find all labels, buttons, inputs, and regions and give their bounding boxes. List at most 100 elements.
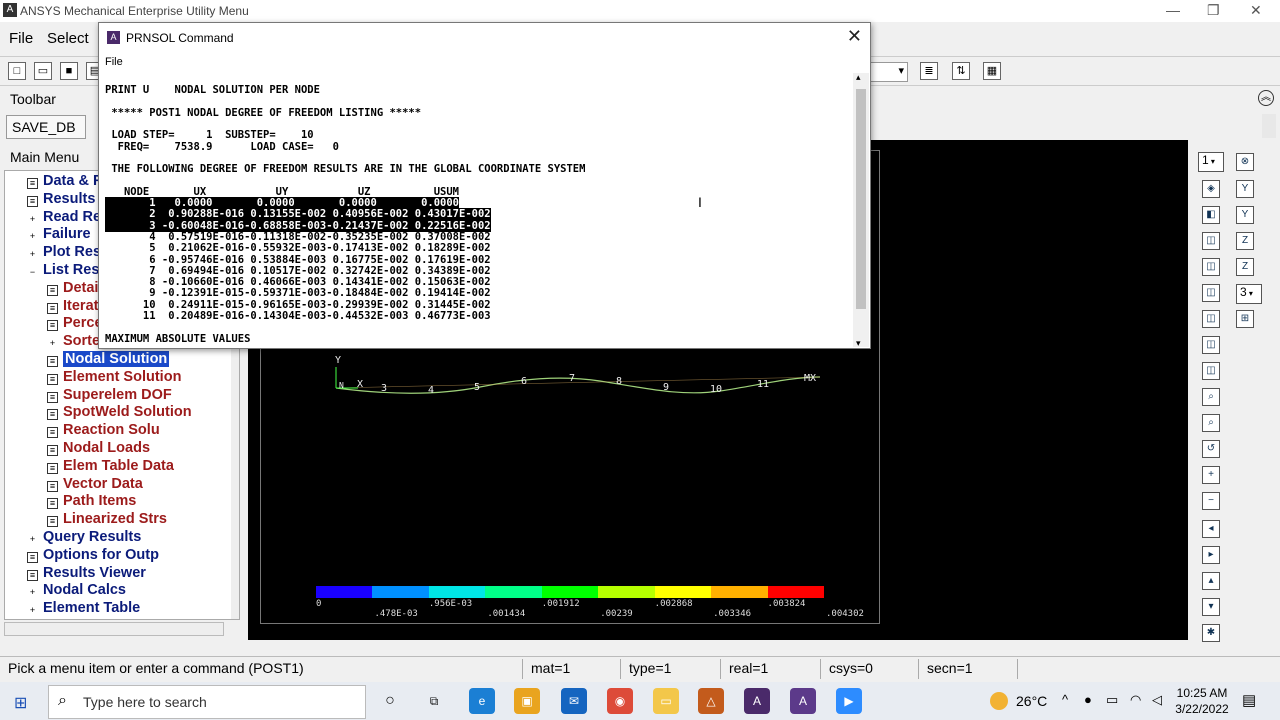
rotate-z-neg-icon[interactable]: Z [1236,258,1254,276]
listing-text[interactable]: PRINT U NODAL SOLUTION PER NODE ***** PO… [105,73,853,347]
sort-icon[interactable]: ⇅ [952,62,970,80]
microphone-icon[interactable]: ● [1084,692,1092,707]
chrome-icon[interactable]: ◉ [607,688,633,714]
tree-item[interactable]: ≡ Results [27,191,95,207]
fit-icon[interactable]: ⊗ [1236,153,1254,171]
store-icon[interactable]: ▣ [514,688,540,714]
notifications-icon[interactable]: ▤ [1242,691,1256,709]
matlab-icon[interactable]: △ [698,688,724,714]
close-icon[interactable]: ✕ [1250,2,1262,19]
network-icon[interactable]: ▭ [1106,692,1118,708]
save-icon[interactable]: ■ [60,62,78,80]
menu-file[interactable]: File [9,30,33,47]
rotate-y-neg-icon[interactable]: Y [1236,206,1254,224]
open-file-icon[interactable]: ▭ [34,62,52,80]
tree-item[interactable]: ≡ Reaction Solu [47,422,160,439]
save-db-button[interactable]: SAVE_DB [6,115,86,139]
tree-item[interactable]: ≡ SpotWeld Solution [47,404,192,421]
tree-item[interactable]: ≡ Detai [47,280,98,296]
weather-icon[interactable] [990,692,1008,710]
bottom-view-icon[interactable]: ◫ [1202,310,1220,328]
zoom-app-icon[interactable]: ▶ [836,688,862,714]
pan-right-icon[interactable]: ▸ [1202,546,1220,564]
zoom-in-icon[interactable]: + [1202,466,1220,484]
windows-start-icon[interactable]: ⊞ [14,693,27,713]
search-icon: ⌕ [58,692,67,709]
restore-icon[interactable]: ❐ [1207,2,1220,19]
tree-item[interactable]: ≡ Vector Data [47,476,143,492]
tree-item-label: Failure [43,226,91,243]
temperature[interactable]: 26°C [1016,693,1047,709]
rotate-y-icon[interactable]: Y [1236,180,1254,198]
right-view-icon[interactable]: ◫ [1202,362,1220,380]
tree-item-label: SpotWeld Solution [63,404,192,421]
increment-dropdown[interactable]: 3 ▾ [1236,284,1262,304]
tree-item[interactable]: ≡ Element Solution [47,369,181,385]
tree-item[interactable]: ≡ Results Viewer [27,565,146,581]
window-select-dropdown[interactable]: 1 ▾ [1198,152,1224,172]
front-view-icon[interactable]: ◫ [1202,232,1220,250]
minimize-icon[interactable]: — [1166,2,1180,18]
close-icon[interactable]: ✕ [847,26,862,47]
tree-item[interactable]: ≡ Nodal Solution [47,351,170,367]
taskbar-search[interactable]: ⌕ Type here to search [48,685,366,719]
ansys-workbench-icon[interactable]: A [744,688,770,714]
edge-icon[interactable]: e [469,688,495,714]
mail-icon[interactable]: ✉ [561,688,587,714]
file-explorer-icon[interactable]: ▭ [653,688,679,714]
new-file-icon[interactable]: □ [8,62,26,80]
tree-item[interactable]: ≡ Elem Table Data [47,458,174,474]
tree-item[interactable]: + Query Results [27,529,141,546]
command-dropdown[interactable]: ▾ [870,62,908,82]
listing-line: FREQ= 7538.9 LOAD CASE= 0 [105,140,339,153]
pan-up-icon[interactable]: ▴ [1202,572,1220,590]
zoom-icon[interactable]: ⌕ [1202,388,1220,406]
tree-item[interactable]: ≡ Linearized Strs [47,511,167,528]
tray-expand-icon[interactable]: ^ [1062,692,1068,707]
tree-item[interactable]: + Sorte [47,333,100,351]
tree-item[interactable]: ≡ Options for Outp [27,547,159,563]
tree-item[interactable]: + Nodal Calcs [27,582,126,600]
iso-view-icon[interactable]: ◈ [1202,180,1220,198]
equalize-icon[interactable]: ≣ [920,62,938,80]
tree-item[interactable]: + Plot Res [27,244,101,262]
tree-item[interactable]: ≡ Superelem DOF [47,387,172,403]
task-view-icon[interactable]: ⧉ [421,688,447,714]
tree-item[interactable]: ≡ Iterat [47,298,98,314]
scroll-up-icon[interactable]: ▴ [856,72,861,83]
tree-item[interactable]: + Read Re [27,209,101,226]
clock-date[interactable]: 3/22/2022 [1172,702,1232,716]
menu-select[interactable]: Select [47,30,89,47]
volume-icon[interactable]: ◁ [1152,692,1162,708]
tree-item[interactable]: ≡ Perce [47,315,103,332]
tree-item[interactable]: ≡ Nodal Loads [47,440,150,456]
oblique-view-icon[interactable]: ◧ [1202,206,1220,224]
tree-item[interactable]: + Element Table [27,600,140,618]
tree-horizontal-scrollbar[interactable] [4,622,224,636]
tree-item[interactable]: ≡ Path Items [47,493,136,510]
clock-time[interactable]: 10:25 AM [1176,686,1228,700]
pan-down-icon[interactable]: ▾ [1202,598,1220,616]
wifi-icon[interactable]: ◠ [1130,692,1141,708]
left-view-icon[interactable]: ◫ [1202,336,1220,354]
cortana-icon[interactable]: ○ [377,688,403,714]
tree-item[interactable]: − List Res [27,262,99,279]
zoom-out-icon[interactable]: − [1202,492,1220,510]
back-up-icon[interactable]: ↺ [1202,440,1220,458]
dynamic-mode-icon[interactable]: ⊞ [1236,310,1254,328]
toolbar-scrollbar[interactable] [1262,114,1276,138]
rotate-z-icon[interactable]: Z [1236,232,1254,250]
hide-toolbar-icon[interactable]: ✱ [1202,624,1220,642]
box-zoom-icon[interactable]: ⌕ [1202,414,1220,432]
collapse-icon[interactable]: ︽ [1258,90,1274,106]
scroll-down-icon[interactable]: ▾ [856,338,861,349]
back-view-icon[interactable]: ◫ [1202,258,1220,276]
dialog-scrollbar-thumb[interactable] [856,89,866,309]
ansys-mechanical-icon[interactable]: A [790,688,816,714]
dialog-menu-file[interactable]: File [105,56,123,68]
top-view-icon[interactable]: ◫ [1202,284,1220,302]
tree-item[interactable]: ≡ Data & F [27,173,102,189]
grid-icon[interactable]: ▦ [983,62,1001,80]
tree-item[interactable]: + Failure [27,226,91,244]
pan-left-icon[interactable]: ◂ [1202,520,1220,538]
